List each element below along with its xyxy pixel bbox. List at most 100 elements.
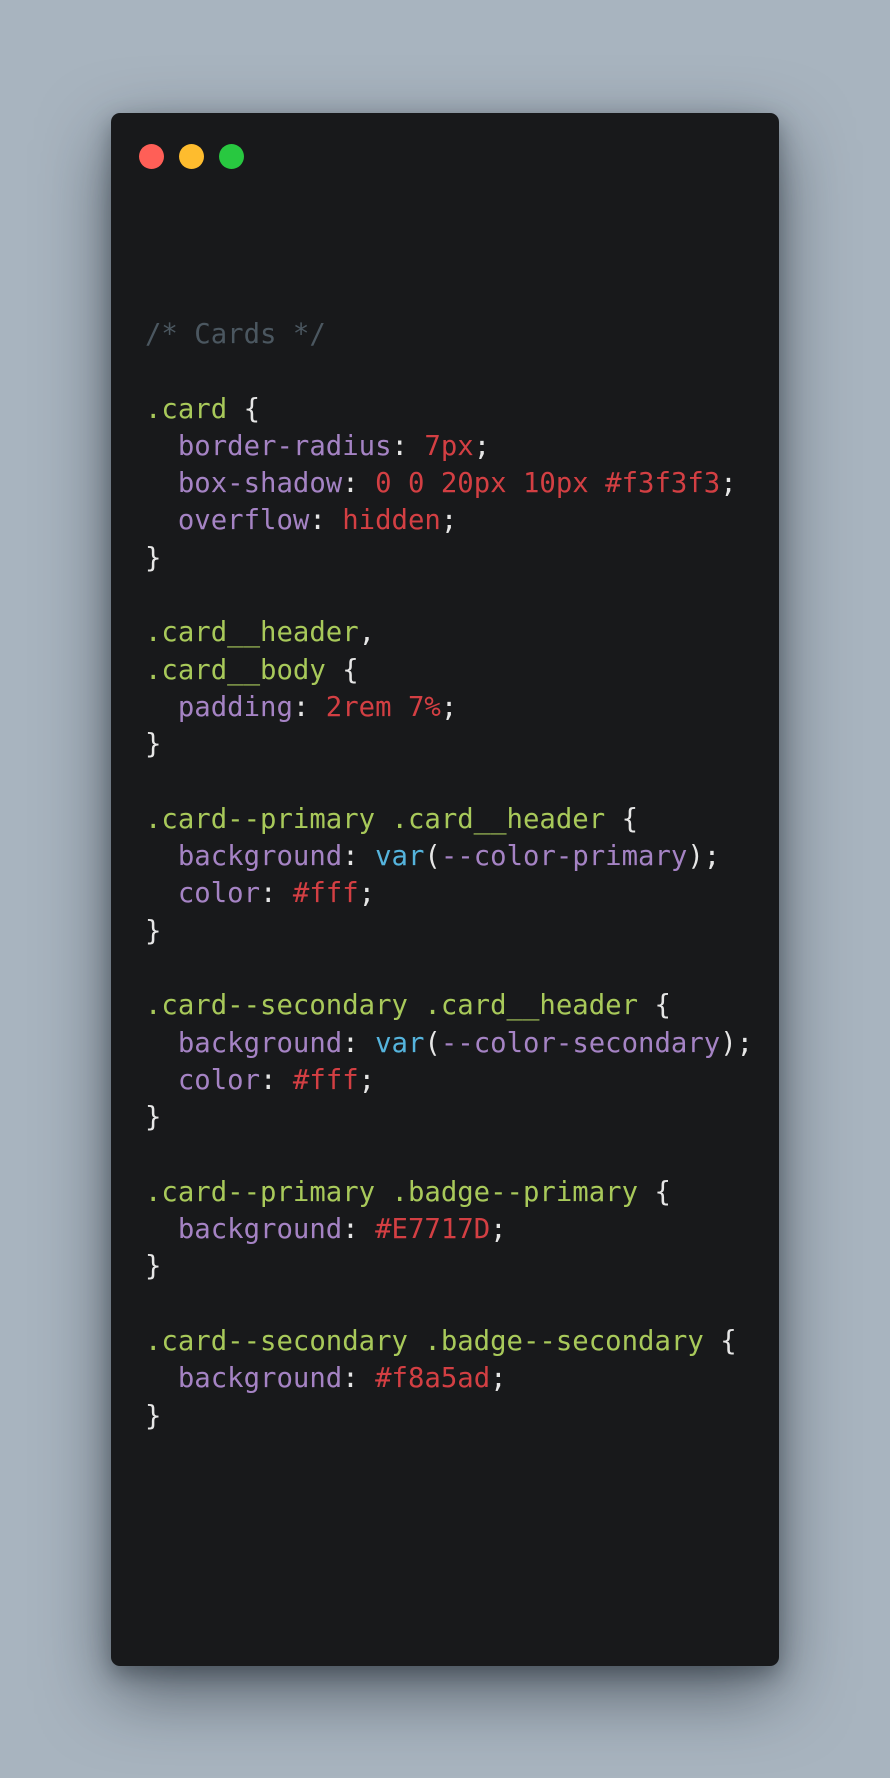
- code-line: }: [145, 540, 753, 577]
- code-punctuation: {: [638, 1176, 671, 1208]
- code-punctuation: ;: [720, 468, 737, 500]
- code-line: background: var(--color-primary);: [145, 838, 753, 875]
- code-punctuation: :: [342, 1027, 376, 1059]
- code-comment: /* Cards */: [145, 319, 326, 350]
- code-value: #f8a5ad: [375, 1363, 491, 1395]
- code-property: background: [177, 841, 343, 873]
- code-property: background: [177, 1214, 343, 1246]
- code-line: }: [145, 726, 753, 763]
- code-line: }: [145, 913, 753, 950]
- code-punctuation: ,: [358, 617, 376, 649]
- code-line: .card__body {: [145, 652, 753, 689]
- code-punctuation: {: [325, 654, 359, 686]
- code-value: 7px: [424, 430, 474, 462]
- code-line: border-radius: 7px;: [145, 428, 753, 465]
- code-punctuation: [145, 1363, 178, 1394]
- code-punctuation: {: [703, 1326, 737, 1358]
- code-punctuation: ;: [358, 878, 376, 910]
- code-function: var: [375, 841, 425, 873]
- code-line: .card--secondary .card__header {: [145, 987, 753, 1024]
- window-controls: [139, 144, 244, 169]
- code-property: color: [177, 878, 261, 910]
- minimize-dot-icon[interactable]: [179, 144, 204, 169]
- code-line: /* Cards */: [145, 316, 753, 353]
- code-punctuation: );: [687, 841, 721, 873]
- code-variable: --color-secondary: [440, 1027, 721, 1059]
- code-punctuation: ;: [490, 1214, 507, 1246]
- code-punctuation: ;: [473, 430, 491, 462]
- code-punctuation: }: [145, 1251, 162, 1283]
- code-line: padding: 2rem 7%;: [145, 689, 753, 726]
- code-block: /* Cards */ .card { border-radius: 7px; b…: [145, 316, 753, 1435]
- code-line: .card--primary .card__header {: [145, 801, 753, 838]
- code-punctuation: :: [260, 1064, 293, 1096]
- code-property: background: [177, 1027, 343, 1059]
- code-selector: .card__header: [145, 617, 359, 649]
- code-punctuation: [145, 878, 178, 909]
- code-line: .card__header,: [145, 614, 753, 651]
- code-punctuation: (: [424, 841, 441, 873]
- code-value: 2rem 7%: [325, 691, 441, 723]
- code-property: background: [177, 1363, 343, 1395]
- code-punctuation: {: [227, 393, 261, 425]
- code-line: box-shadow: 0 0 20px 10px #f3f3f3;: [145, 465, 753, 502]
- code-punctuation: );: [720, 1027, 754, 1059]
- code-selector: .card: [145, 393, 228, 425]
- code-punctuation: [145, 1214, 178, 1245]
- code-punctuation: {: [638, 990, 671, 1022]
- code-value: #fff: [292, 1064, 359, 1096]
- code-selector: .card--secondary .badge--secondary: [145, 1326, 704, 1358]
- code-selector: .card__body: [145, 654, 326, 686]
- code-property: padding: [177, 691, 293, 723]
- code-line: background: #f8a5ad;: [145, 1360, 753, 1397]
- code-punctuation: :: [342, 1363, 376, 1395]
- code-value: #E7717D: [375, 1214, 491, 1246]
- code-punctuation: :: [342, 841, 376, 873]
- code-selector: .card--secondary .card__header: [145, 990, 639, 1022]
- code-punctuation: {: [605, 803, 639, 835]
- code-punctuation: }: [145, 1400, 162, 1432]
- code-punctuation: }: [145, 915, 162, 947]
- code-line: background: var(--color-secondary);: [145, 1025, 753, 1062]
- code-punctuation: :: [309, 505, 343, 537]
- close-dot-icon[interactable]: [139, 144, 164, 169]
- code-punctuation: [145, 505, 178, 536]
- code-punctuation: :: [342, 468, 376, 500]
- code-line: .card {: [145, 391, 753, 428]
- code-punctuation: ;: [440, 505, 458, 537]
- code-punctuation: [145, 431, 178, 462]
- code-punctuation: }: [145, 729, 162, 761]
- code-punctuation: [145, 1065, 178, 1096]
- code-line: }: [145, 1248, 753, 1285]
- code-property: color: [177, 1064, 261, 1096]
- maximize-dot-icon[interactable]: [219, 144, 244, 169]
- code-line: .card--secondary .badge--secondary {: [145, 1323, 753, 1360]
- code-value: hidden: [342, 505, 441, 537]
- code-variable: --color-primary: [440, 841, 688, 873]
- code-punctuation: }: [145, 542, 162, 574]
- code-punctuation: [145, 1028, 178, 1059]
- code-punctuation: :: [260, 878, 293, 910]
- code-punctuation: ;: [440, 691, 458, 723]
- code-selector: .card--primary .badge--primary: [145, 1176, 639, 1208]
- code-punctuation: :: [342, 1214, 376, 1246]
- code-line: }: [145, 1398, 753, 1435]
- code-value: #fff: [292, 878, 359, 910]
- code-function: var: [375, 1027, 425, 1059]
- code-punctuation: ;: [490, 1363, 507, 1395]
- code-property: border-radius: [177, 430, 392, 462]
- code-line: background: #E7717D;: [145, 1211, 753, 1248]
- code-punctuation: :: [292, 691, 326, 723]
- code-property: overflow: [177, 505, 310, 537]
- code-punctuation: ;: [358, 1064, 376, 1096]
- code-property: box-shadow: [177, 468, 343, 500]
- code-line: overflow: hidden;: [145, 502, 753, 539]
- code-line: color: #fff;: [145, 875, 753, 912]
- code-punctuation: :: [391, 430, 425, 462]
- code-line: }: [145, 1099, 753, 1136]
